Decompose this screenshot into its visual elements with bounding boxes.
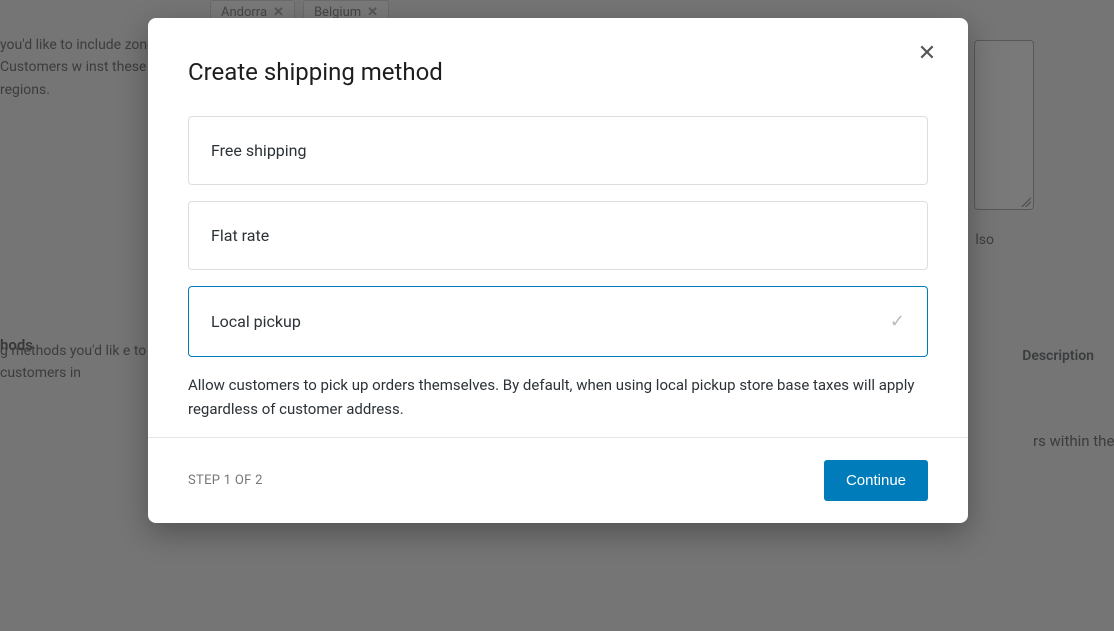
step-indicator: STEP 1 OF 2 bbox=[188, 473, 263, 488]
shipping-option-free-shipping[interactable]: Free shipping ✓ bbox=[188, 116, 928, 185]
continue-button[interactable]: Continue bbox=[824, 460, 928, 501]
option-description: Allow customers to pick up orders themse… bbox=[188, 373, 928, 421]
close-icon: ✕ bbox=[918, 40, 936, 66]
shipping-option-local-pickup[interactable]: Local pickup ✓ bbox=[188, 286, 928, 357]
modal-header: Create shipping method ✕ bbox=[148, 18, 968, 86]
close-button[interactable]: ✕ bbox=[914, 40, 940, 66]
create-shipping-method-modal: Create shipping method ✕ Free shipping ✓… bbox=[148, 18, 968, 523]
shipping-option-flat-rate[interactable]: Flat rate ✓ bbox=[188, 201, 928, 270]
modal-footer: STEP 1 OF 2 Continue bbox=[148, 437, 968, 523]
option-label: Flat rate bbox=[211, 226, 269, 245]
checkmark-icon: ✓ bbox=[890, 311, 905, 332]
modal-body: Free shipping ✓ Flat rate ✓ Local pickup… bbox=[148, 86, 968, 437]
option-label: Free shipping bbox=[211, 141, 307, 160]
modal-title: Create shipping method bbox=[188, 58, 928, 86]
option-label: Local pickup bbox=[211, 312, 301, 331]
